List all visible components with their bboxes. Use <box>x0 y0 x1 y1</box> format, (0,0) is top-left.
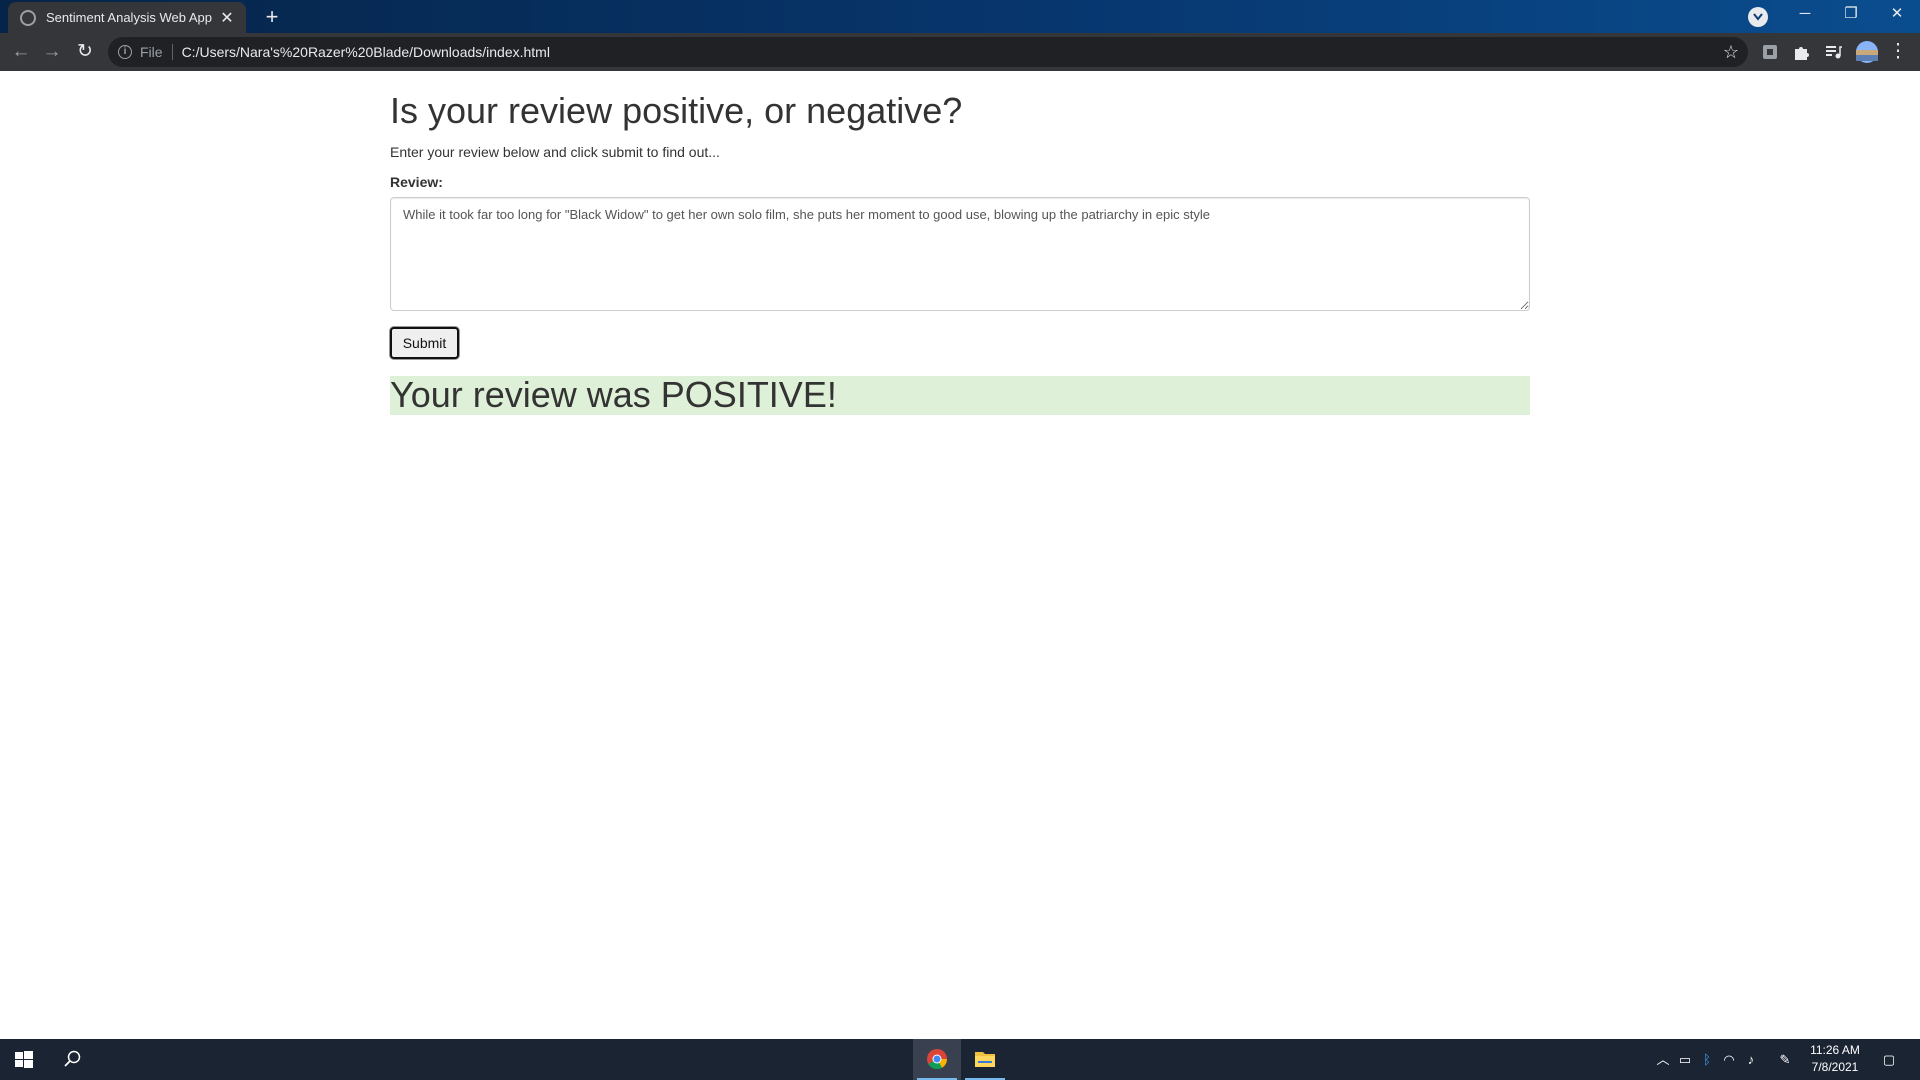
tab-title: Sentiment Analysis Web App <box>46 10 212 25</box>
battery-icon[interactable]: ▭ <box>1674 1039 1696 1080</box>
address-url[interactable]: C:/Users/Nara's%20Razer%20Blade/Download… <box>182 44 1714 60</box>
search-icon <box>64 1050 81 1067</box>
volume-icon[interactable]: ♪ <box>1740 1039 1762 1080</box>
globe-icon <box>20 9 36 26</box>
chrome-taskbar-app[interactable] <box>913 1039 961 1080</box>
taskbar-clock[interactable]: 11:26 AM 7/8/2021 <box>1800 1042 1870 1076</box>
bookmark-star-icon[interactable]: ☆ <box>1714 42 1748 63</box>
web-page: Is your review positive, or negative? En… <box>0 71 1920 1039</box>
review-textarea[interactable] <box>390 197 1530 311</box>
show-hidden-icons-chevron-icon[interactable]: ︿ <box>1652 1039 1674 1080</box>
close-tab-icon[interactable]: ✕ <box>218 8 236 28</box>
windows-taskbar: ︿ ▭ ᛒ ◠ ♪ ✎ 11:26 AM 7/8/2021 ▢ <box>0 1039 1920 1080</box>
clock-time: 11:26 AM <box>1810 1043 1860 1057</box>
clock-date: 7/8/2021 <box>1811 1060 1859 1074</box>
browser-tab[interactable]: Sentiment Analysis Web App ✕ <box>8 2 246 33</box>
address-bar[interactable]: i File C:/Users/Nara's%20Razer%20Blade/D… <box>108 37 1748 67</box>
extension-icon[interactable] <box>1760 42 1780 62</box>
tab-search-icon[interactable] <box>1748 7 1768 27</box>
review-label: Review: <box>390 174 443 190</box>
wifi-icon[interactable]: ◠ <box>1718 1039 1740 1080</box>
close-window-button[interactable]: ✕ <box>1874 0 1920 30</box>
address-divider <box>171 44 173 60</box>
browser-tab-strip: Sentiment Analysis Web App ✕ + ─ ❐ ✕ <box>0 0 1920 33</box>
reload-button[interactable]: ↻ <box>71 38 99 66</box>
restore-button[interactable]: ❐ <box>1828 0 1874 30</box>
info-icon[interactable]: i <box>118 45 132 59</box>
profile-avatar[interactable] <box>1855 40 1879 64</box>
result-banner: Your review was POSITIVE! <box>390 376 1530 415</box>
back-button[interactable]: ← <box>7 38 35 66</box>
content-container: Is your review positive, or negative? En… <box>390 71 1530 415</box>
page-heading: Is your review positive, or negative? <box>390 90 963 131</box>
media-control-icon[interactable] <box>1823 42 1843 62</box>
start-button[interactable] <box>0 1039 48 1080</box>
submit-button[interactable]: Submit <box>390 327 459 359</box>
browser-toolbar: ← → ↻ i File C:/Users/Nara's%20Razer%20B… <box>0 33 1920 71</box>
folder-icon <box>975 1052 995 1067</box>
browser-menu-icon[interactable]: ⋮ <box>1884 38 1912 66</box>
forward-button[interactable]: → <box>38 38 66 66</box>
minimize-button[interactable]: ─ <box>1782 0 1828 30</box>
search-button[interactable] <box>48 1039 96 1080</box>
extensions-puzzle-icon[interactable] <box>1791 42 1811 62</box>
instructions-text: Enter your review below and click submit… <box>390 144 720 160</box>
bluetooth-icon[interactable]: ᛒ <box>1696 1039 1718 1080</box>
address-scheme: File <box>140 44 163 60</box>
chrome-icon <box>927 1049 948 1070</box>
windows-logo-icon <box>15 1051 33 1068</box>
notifications-icon[interactable]: ▢ <box>1872 1039 1906 1080</box>
new-tab-button[interactable]: + <box>258 3 286 31</box>
pen-workspace-icon[interactable]: ✎ <box>1774 1039 1796 1080</box>
file-explorer-taskbar-app[interactable] <box>961 1039 1009 1080</box>
